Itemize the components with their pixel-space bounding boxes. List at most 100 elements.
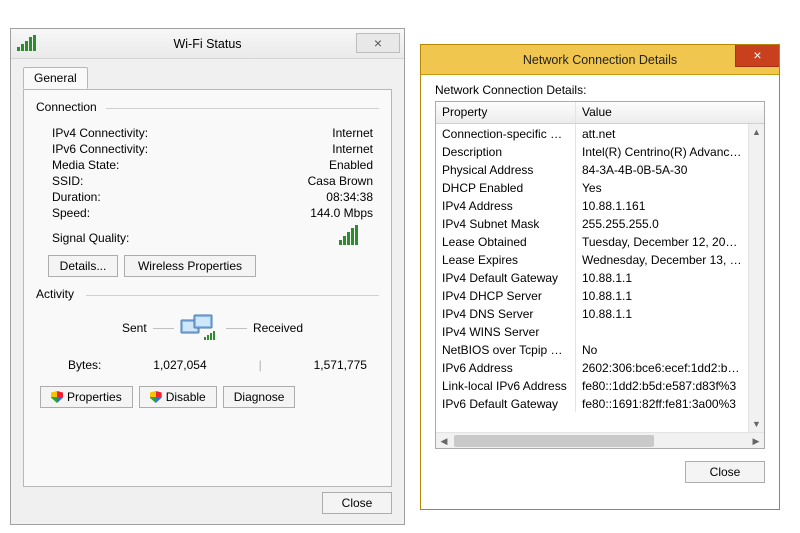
value-cell: No — [576, 340, 748, 358]
ncd-rows: Connection-specific DN...att.netDescript… — [436, 124, 748, 432]
property-cell: IPv6 Address — [436, 358, 576, 376]
scrollbar-thumb[interactable] — [454, 435, 654, 447]
ncd-table-header[interactable]: Property Value — [436, 102, 764, 124]
ncd-footer: Close — [435, 449, 765, 483]
property-cell: IPv4 Subnet Mask — [436, 214, 576, 232]
details-button[interactable]: Details... — [48, 255, 118, 277]
table-row[interactable]: Connection-specific DN...att.net — [436, 124, 748, 142]
wifi-signal-icon — [17, 35, 37, 51]
close-button[interactable]: Close — [685, 461, 765, 483]
activity-section: Sent — [36, 312, 379, 372]
sent-label: Sent — [122, 321, 147, 335]
table-row[interactable]: IPv4 Default Gateway10.88.1.1 — [436, 268, 748, 286]
table-row[interactable]: NetBIOS over Tcpip En...No — [436, 340, 748, 358]
network-connection-details-window: Network Connection Details × Network Con… — [420, 44, 780, 510]
bytes-row: Bytes: 1,027,054 | 1,571,775 — [52, 342, 373, 372]
received-label: Received — [253, 321, 303, 335]
table-row[interactable]: IPv4 Subnet Mask255.255.255.0 — [436, 214, 748, 232]
shield-icon — [150, 391, 162, 403]
value-cell: 84-3A-4B-0B-5A-30 — [576, 160, 748, 178]
property-cell: Connection-specific DN... — [436, 124, 576, 142]
tab-general[interactable]: General — [23, 67, 88, 89]
wifi-status-window: Wi-Fi Status × General Connection IPv4 C… — [10, 28, 405, 525]
bytes-label: Bytes: — [68, 358, 101, 372]
property-cell: Physical Address — [436, 160, 576, 178]
ncd-titlebar[interactable]: Network Connection Details × — [421, 45, 779, 75]
table-row[interactable]: IPv4 DNS Server10.88.1.1 — [436, 304, 748, 322]
value-cell: Yes — [576, 178, 748, 196]
table-row[interactable]: Link-local IPv6 Addressfe80::1dd2:b5d:e5… — [436, 376, 748, 394]
property-cell: Lease Obtained — [436, 232, 576, 250]
table-row[interactable]: IPv6 Default Gatewayfe80::1691:82ff:fe81… — [436, 394, 748, 412]
property-cell: IPv4 Address — [436, 196, 576, 214]
property-cell: IPv6 Default Gateway — [436, 394, 576, 412]
property-cell: IPv4 Default Gateway — [436, 268, 576, 286]
properties-button[interactable]: Properties — [40, 386, 133, 408]
property-cell: NetBIOS over Tcpip En... — [436, 340, 576, 358]
table-row[interactable]: Physical Address84-3A-4B-0B-5A-30 — [436, 160, 748, 178]
value-cell: 10.88.1.1 — [576, 286, 748, 304]
close-button[interactable]: Close — [322, 492, 392, 514]
ncd-body: Network Connection Details: Property Val… — [421, 75, 779, 509]
value-cell: att.net — [576, 124, 748, 142]
diagnose-button[interactable]: Diagnose — [223, 386, 296, 408]
activity-group-label: Activity — [36, 287, 379, 301]
property-cell: Description — [436, 142, 576, 160]
divider — [153, 328, 174, 329]
ipv4-connectivity-row: IPv4 Connectivity:Internet — [36, 125, 379, 141]
connection-group-label: Connection — [36, 100, 379, 114]
value-cell: fe80::1dd2:b5d:e587:d83f%3 — [576, 376, 748, 394]
scroll-left-icon[interactable]: ◀ — [436, 433, 452, 449]
wifi-body: General Connection IPv4 Connectivity:Int… — [11, 59, 404, 497]
scroll-up-icon[interactable]: ▲ — [749, 124, 764, 140]
table-row[interactable]: DHCP EnabledYes — [436, 178, 748, 196]
table-row[interactable]: IPv4 WINS Server — [436, 322, 748, 340]
divider — [226, 328, 247, 329]
bytes-divider: | — [259, 358, 262, 372]
value-cell: 10.88.1.1 — [576, 304, 748, 322]
vertical-scrollbar[interactable]: ▲ ▼ — [748, 124, 764, 432]
bytes-sent-value: 1,027,054 — [153, 358, 206, 372]
activity-header-row: Sent — [52, 314, 373, 342]
table-row[interactable]: DescriptionIntel(R) Centrino(R) Advanced… — [436, 142, 748, 160]
wifi-title: Wi-Fi Status — [173, 37, 241, 51]
tabpage-general: Connection IPv4 Connectivity:Internet IP… — [23, 89, 392, 487]
table-row[interactable]: IPv4 DHCP Server10.88.1.1 — [436, 286, 748, 304]
shield-icon — [51, 391, 63, 403]
signal-bars-icon — [339, 225, 373, 245]
table-row[interactable]: IPv4 Address10.88.1.161 — [436, 196, 748, 214]
wifi-titlebar[interactable]: Wi-Fi Status × — [11, 29, 404, 59]
wireless-properties-button[interactable]: Wireless Properties — [124, 255, 256, 277]
property-cell: IPv4 WINS Server — [436, 322, 576, 340]
ncd-title: Network Connection Details — [523, 53, 677, 67]
property-cell: IPv4 DNS Server — [436, 304, 576, 322]
property-cell: DHCP Enabled — [436, 178, 576, 196]
ncd-table: Property Value Connection-specific DN...… — [435, 101, 765, 449]
speed-row: Speed:144.0 Mbps — [36, 205, 379, 221]
disable-button[interactable]: Disable — [139, 386, 217, 408]
value-cell: 2602:306:bce6:ecef:1dd2:b5d:e587:c — [576, 358, 748, 376]
tabstrip: General — [23, 67, 392, 89]
table-row[interactable]: Lease ExpiresWednesday, December 13, 201… — [436, 250, 748, 268]
value-cell: fe80::1691:82ff:fe81:3a00%3 — [576, 394, 748, 412]
value-cell — [576, 322, 748, 340]
table-row[interactable]: IPv6 Address2602:306:bce6:ecef:1dd2:b5d:… — [436, 358, 748, 376]
col-property[interactable]: Property — [436, 102, 576, 123]
value-cell: Tuesday, December 12, 2017 4:55:25 — [576, 232, 748, 250]
table-row[interactable]: Lease ObtainedTuesday, December 12, 2017… — [436, 232, 748, 250]
col-value[interactable]: Value — [576, 102, 764, 123]
divider — [106, 108, 379, 109]
ncd-list-label: Network Connection Details: — [435, 83, 765, 97]
network-monitors-icon — [180, 314, 220, 342]
close-icon[interactable]: × — [735, 45, 779, 67]
ipv6-connectivity-row: IPv6 Connectivity:Internet — [36, 141, 379, 157]
property-cell: IPv4 DHCP Server — [436, 286, 576, 304]
value-cell: Wednesday, December 13, 2017 4:55 — [576, 250, 748, 268]
media-state-row: Media State:Enabled — [36, 157, 379, 173]
scroll-down-icon[interactable]: ▼ — [749, 416, 764, 432]
scroll-right-icon[interactable]: ▶ — [748, 433, 764, 449]
horizontal-scrollbar[interactable]: ◀ ▶ — [436, 432, 764, 448]
close-icon[interactable]: × — [356, 33, 400, 53]
signal-quality-row: Signal Quality: — [36, 221, 379, 251]
connection-buttons: Details... Wireless Properties — [36, 251, 379, 285]
